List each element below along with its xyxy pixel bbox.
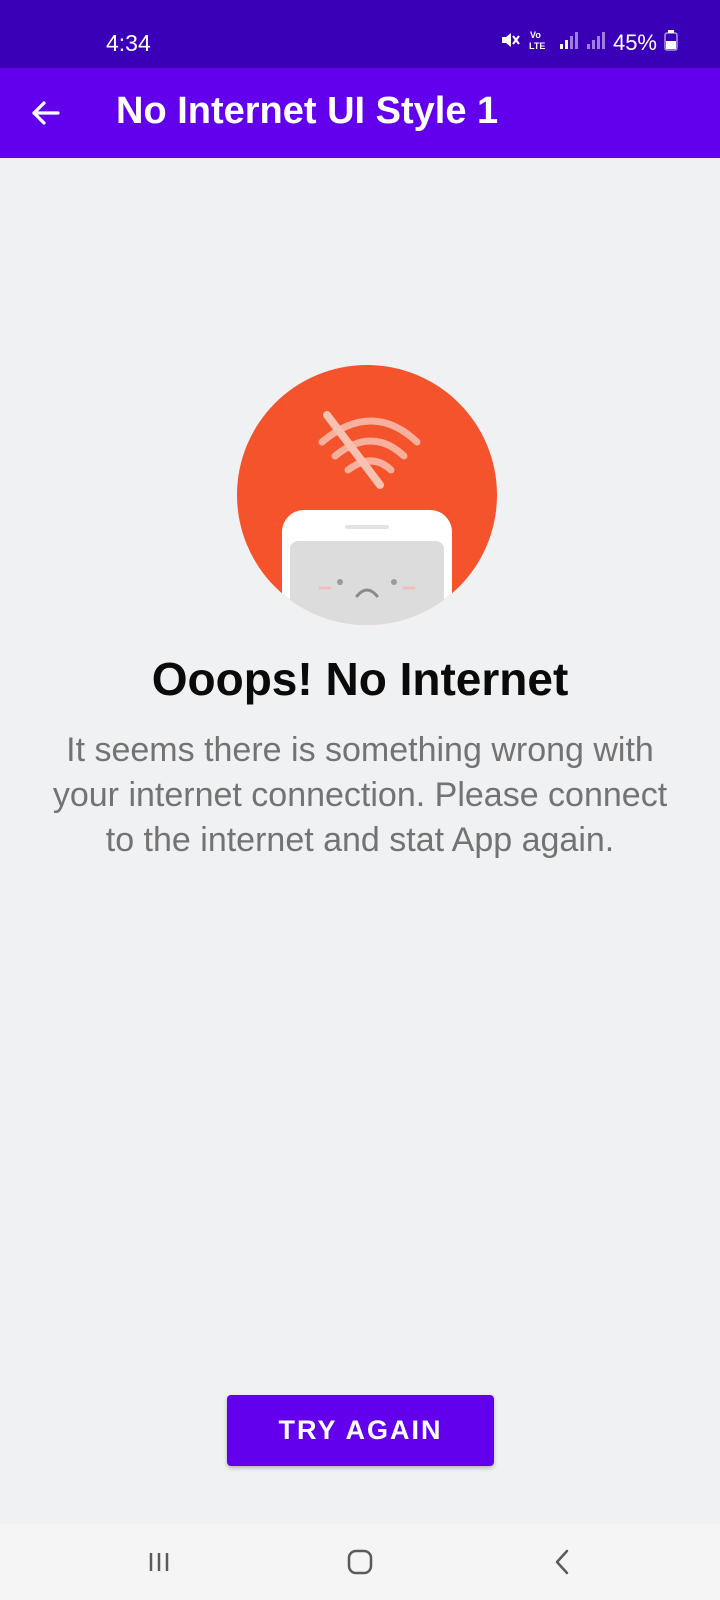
arrow-back-icon	[32, 101, 60, 125]
home-icon	[347, 1549, 373, 1575]
message: It seems there is something wrong with y…	[52, 731, 668, 859]
signal-icon	[559, 30, 579, 56]
svg-text:LTE: LTE	[529, 41, 545, 51]
home-button[interactable]	[340, 1542, 380, 1582]
nav-back-button[interactable]	[542, 1542, 582, 1582]
battery-icon	[664, 29, 678, 57]
status-icons: Vo LTE 45%	[499, 28, 678, 58]
status-bar: 4:34 Vo LTE 45%	[0, 0, 720, 68]
headline: Ooops! No Internet	[151, 653, 569, 705]
back-icon	[555, 1549, 569, 1575]
svg-text:Vo: Vo	[530, 30, 541, 40]
volte-icon: Vo LTE	[528, 28, 552, 58]
mute-icon	[499, 29, 521, 57]
signal-icon	[586, 30, 606, 56]
sad-phone-icon	[282, 510, 452, 625]
page-title: No Internet UI Style 1	[116, 90, 499, 132]
recent-apps-button[interactable]	[140, 1542, 180, 1582]
screen: 4:34 Vo LTE 45% No Internet UI Style 1 O…	[0, 0, 720, 1600]
recent-apps-icon	[149, 1553, 169, 1571]
no-internet-illustration	[232, 360, 502, 630]
back-button[interactable]	[28, 95, 64, 131]
battery-percentage: 45%	[612, 30, 657, 55]
try-again-button[interactable]: TRY AGAIN	[227, 1395, 494, 1466]
app-bar: No Internet UI Style 1	[0, 68, 720, 158]
status-time: 4:34	[106, 30, 151, 56]
navigation-bar	[0, 1524, 720, 1600]
